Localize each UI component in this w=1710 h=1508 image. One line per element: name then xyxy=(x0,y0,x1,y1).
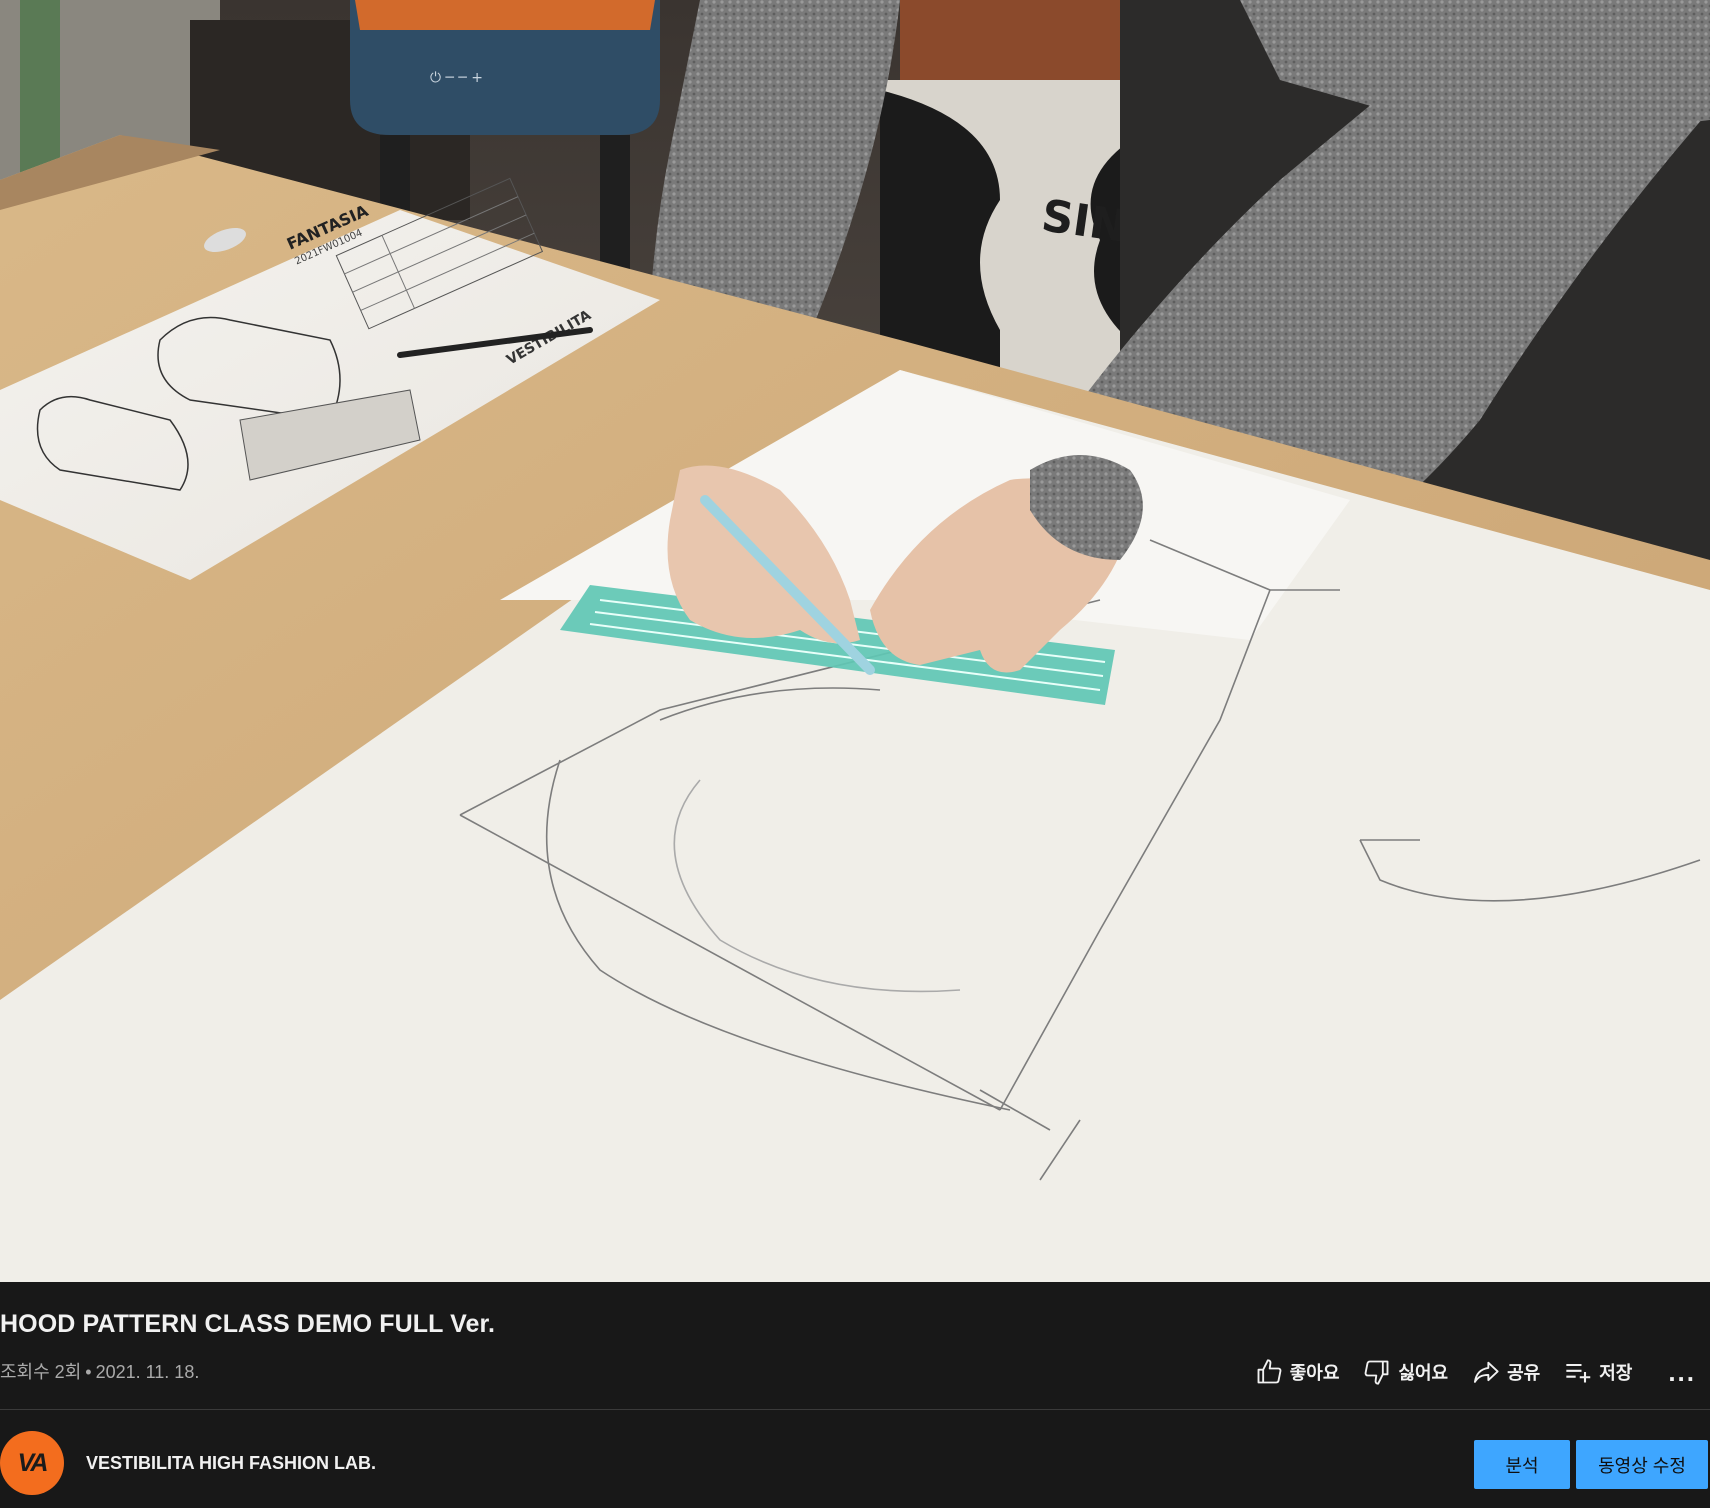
save-button[interactable]: 저장 xyxy=(1552,1352,1644,1392)
video-meta: 조회수 2회 • 2021. 11. 18. xyxy=(0,1358,199,1384)
upload-date: 2021. 11. 18. xyxy=(95,1362,200,1382)
analytics-button[interactable]: 분석 xyxy=(1474,1440,1570,1489)
owner-buttons: 분석 동영상 수정 xyxy=(1474,1440,1708,1489)
share-button[interactable]: 공유 xyxy=(1460,1352,1552,1392)
like-label: 좋아요 xyxy=(1289,1363,1340,1383)
video-player[interactable]: ⏻ ─ ─ + SINGER FANTASIA xyxy=(0,0,1710,1282)
save-label: 저장 xyxy=(1599,1363,1633,1383)
dislike-button[interactable]: 싫어요 xyxy=(1351,1352,1460,1392)
playlist-add-icon xyxy=(1566,1363,1591,1383)
share-arrow-icon xyxy=(1474,1361,1499,1383)
thumb-down-icon xyxy=(1364,1360,1389,1385)
youtube-watch-page: ⏻ ─ ─ + SINGER FANTASIA xyxy=(0,0,1710,1508)
like-button[interactable]: 좋아요 xyxy=(1243,1352,1352,1392)
share-label: 공유 xyxy=(1507,1363,1541,1383)
svg-text:⏻ ─ ─ +: ⏻ ─ ─ + xyxy=(430,70,483,86)
dislike-label: 싫어요 xyxy=(1398,1363,1449,1383)
section-divider xyxy=(0,1409,1710,1410)
channel-name[interactable]: VESTIBILITA HIGH FASHION LAB. xyxy=(86,1453,376,1474)
view-count: 조회수 2회 xyxy=(0,1362,82,1382)
action-bar: 좋아요 싫어요 공유 저장 ... xyxy=(1243,1352,1710,1392)
channel-row: VA VESTIBILITA HIGH FASHION LAB. xyxy=(0,1430,376,1496)
video-title: HOOD PATTERN CLASS DEMO FULL Ver. xyxy=(0,1310,496,1338)
more-horizontal-icon: ... xyxy=(1668,1356,1696,1387)
avatar-logo-text: VA xyxy=(17,1448,49,1477)
meta-separator: • xyxy=(85,1362,92,1382)
video-frame: ⏻ ─ ─ + SINGER FANTASIA xyxy=(0,0,1710,1282)
thumb-up-icon xyxy=(1257,1359,1282,1384)
more-actions-button[interactable]: ... xyxy=(1644,1352,1710,1392)
edit-video-button[interactable]: 동영상 수정 xyxy=(1576,1440,1708,1489)
channel-avatar[interactable]: VA xyxy=(0,1431,64,1495)
